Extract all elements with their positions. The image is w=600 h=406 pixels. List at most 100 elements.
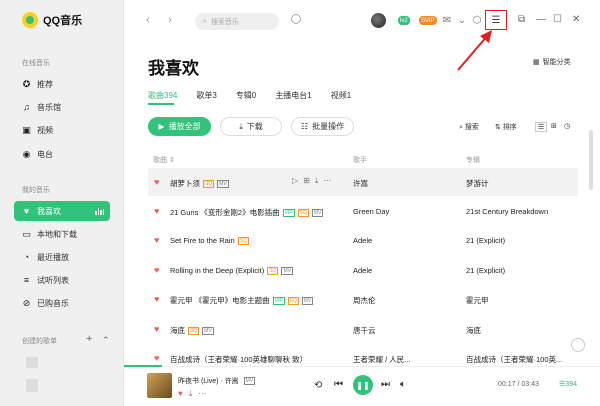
main-menu-icon[interactable]: ☰ — [489, 13, 503, 27]
table-row[interactable]: ♥ Set Fire to the Rain SQ Adele 21 (Expli… — [148, 226, 578, 254]
vip-badge[interactable]: SVIP — [419, 16, 437, 25]
heart-icon[interactable]: ♥ — [154, 235, 159, 245]
heart-icon[interactable]: ♥ — [154, 206, 159, 216]
sidebar-item-label: 已购音乐 — [37, 298, 69, 308]
song-artist[interactable]: 王者荣耀 / 人民... — [353, 354, 411, 365]
playback-progress[interactable] — [124, 365, 163, 367]
tab-songs[interactable]: 歌曲394 — [148, 90, 177, 101]
add-playlist-button[interactable]: + — [86, 333, 92, 345]
heart-icon[interactable]: ♥ — [154, 265, 159, 275]
list-view-icon[interactable]: ☰ — [535, 122, 548, 132]
song-artist[interactable]: Adele — [353, 236, 372, 245]
download-icon[interactable]: ⤓ — [315, 176, 319, 186]
batch-icon: ☷ — [300, 122, 309, 131]
tab-albums[interactable]: 专辑0 — [236, 90, 256, 101]
now-playing-artist[interactable]: 许嵩 — [225, 378, 239, 385]
table-row[interactable]: ♥ 海底 SQ MV 唐千云 海底 — [148, 315, 578, 343]
sidebar-item-purchased[interactable]: ⊘ 已购音乐 — [14, 293, 110, 313]
close-icon[interactable]: ✕ — [572, 14, 580, 25]
mini-mode-icon[interactable]: ⧉ — [518, 14, 525, 25]
voice-search-icon[interactable] — [291, 14, 301, 24]
tab-videos[interactable]: 视频1 — [331, 90, 351, 101]
song-album[interactable]: 21 (Explicit) — [466, 236, 505, 245]
mv-icon[interactable]: MV — [243, 377, 256, 385]
song-title: 21 Guns 《变形金刚2》电影插曲 VIP SQ MV — [170, 208, 324, 217]
song-album[interactable]: 海底 — [466, 325, 481, 336]
more-icon[interactable]: ⋯ — [198, 389, 206, 399]
search-songs-button[interactable]: ⌕ 搜索 — [459, 122, 479, 132]
sidebar-item-favorites[interactable]: ♥ 我喜欢 — [14, 201, 110, 221]
skin-icon[interactable]: ⬡ — [470, 13, 484, 27]
search-input[interactable]: ⌕ 搜索音乐 — [195, 13, 279, 30]
playlist-cover-placeholder[interactable] — [26, 357, 38, 368]
volume-icon[interactable]: 🔈︎ — [400, 379, 406, 390]
grid-view-icon[interactable]: ⊞ — [551, 122, 557, 130]
download-icon[interactable]: ⤓ — [189, 389, 193, 399]
song-album[interactable]: 21 (Explicit) — [466, 266, 505, 275]
tab-radio[interactable]: 主播电台1 — [275, 90, 311, 101]
sidebar-item-music-hall[interactable]: ♫ 音乐馆 — [14, 97, 110, 117]
scrollbar[interactable] — [589, 130, 593, 190]
column-song[interactable]: 歌曲 ⇕ — [153, 155, 175, 165]
song-artist[interactable]: 唐千云 — [353, 325, 376, 336]
download-button[interactable]: ⤓ 下载 — [220, 117, 282, 136]
song-album[interactable]: 百战成诗（王者荣耀·100英... — [466, 354, 562, 365]
forward-icon[interactable]: › — [168, 14, 172, 26]
song-title: 百战成诗（王者荣耀·100英雄聊聊秋 致） — [170, 355, 308, 364]
sidebar-item-radio[interactable]: ◉ 电台 — [14, 144, 110, 164]
song-artist[interactable]: 许嵩 — [353, 178, 368, 189]
playlist-cover-placeholder[interactable] — [26, 379, 38, 392]
more-icon[interactable]: ◷ — [564, 122, 570, 130]
sidebar-item-recommend[interactable]: ✪ 推荐 — [14, 74, 110, 94]
previous-icon[interactable]: ⏮ — [334, 379, 343, 390]
loop-icon[interactable]: ⟲ — [314, 380, 322, 391]
song-artist[interactable]: Adele — [353, 266, 372, 275]
mv-tag: MV — [217, 180, 229, 188]
smart-sort-button[interactable]: ▦ 智能分类 — [533, 57, 571, 67]
table-row[interactable]: ♥ 胡萝卜须 SQ MV ▷ ⊞ ⤓ ⋯ 许嵩 梦游计 — [148, 168, 578, 196]
pause-button[interactable]: ❚❚ — [353, 375, 373, 395]
song-album[interactable]: 21st Century Breakdown — [466, 207, 548, 216]
heart-icon[interactable]: ♥ — [178, 389, 183, 399]
minimize-icon[interactable]: — — [536, 14, 546, 25]
sidebar-item-label: 试听列表 — [37, 275, 69, 285]
sidebar-item-recent[interactable]: ◔ 最近播放 — [14, 247, 110, 267]
song-artist[interactable]: 周杰伦 — [353, 295, 376, 306]
app-logo[interactable]: QQ音乐 — [22, 12, 82, 28]
more-icon[interactable]: ⋯ — [323, 176, 331, 186]
song-artist[interactable]: Green Day — [353, 207, 389, 216]
vip-tag: VIP — [272, 297, 285, 305]
playback-time: 00:17 / 03:43 — [498, 381, 539, 388]
queue-button[interactable]: ☰394 — [559, 380, 577, 388]
table-row[interactable]: ♥ 霍元甲 《霍元甲》电影主题曲 VIP SQ MV 周杰伦 霍元甲 — [148, 285, 578, 313]
sidebar-item-trial-list[interactable]: ≡ 试听列表 — [14, 270, 110, 290]
play-icon[interactable]: ▷ — [292, 176, 298, 186]
heart-icon[interactable]: ♥ — [154, 177, 159, 187]
table-row[interactable]: ♥ 21 Guns 《变形金刚2》电影插曲 VIP SQ MV Green Day 2… — [148, 197, 578, 225]
table-row[interactable]: ♥ Rolling in the Deep (Explicit) SQ MV Ade… — [148, 256, 578, 284]
add-icon[interactable]: ⊞ — [303, 176, 310, 186]
heart-icon[interactable]: ♥ — [154, 324, 159, 334]
tab-playlists[interactable]: 歌单3 — [196, 90, 216, 101]
smart-sort-label: 智能分类 — [542, 59, 571, 66]
maximize-icon[interactable]: ☐ — [553, 14, 562, 25]
mail-icon[interactable]: ✉ — [440, 13, 454, 27]
sidebar-item-video[interactable]: ▣ 视频 — [14, 120, 110, 140]
sidebar-item-local-download[interactable]: ▭ 本地和下载 — [14, 224, 110, 244]
batch-button[interactable]: ☷ 批量操作 — [291, 117, 354, 136]
heart-icon[interactable]: ♥ — [154, 294, 159, 304]
sort-button[interactable]: ⇅ 排序 — [495, 122, 517, 132]
album-cover[interactable] — [147, 373, 172, 398]
user-avatar[interactable] — [371, 13, 386, 28]
table-row[interactable]: ♥ 百战成诗（王者荣耀·100英雄聊聊秋 致） 王者荣耀 / 人民... 百战成… — [148, 344, 578, 365]
play-all-button[interactable]: ▶ 播放全部 — [148, 117, 211, 136]
song-album[interactable]: 梦游计 — [466, 178, 489, 189]
heart-icon[interactable]: ♥ — [154, 353, 159, 363]
next-icon[interactable]: ⏭ — [381, 379, 390, 390]
chevron-down-icon[interactable]: ⌄ — [455, 13, 469, 27]
collapse-icon[interactable]: ⌃ — [102, 335, 110, 346]
back-icon[interactable]: ‹ — [146, 14, 150, 26]
song-album[interactable]: 霍元甲 — [466, 295, 489, 306]
level-badge[interactable]: lv2 — [398, 16, 410, 25]
locate-current-icon[interactable] — [571, 338, 585, 352]
